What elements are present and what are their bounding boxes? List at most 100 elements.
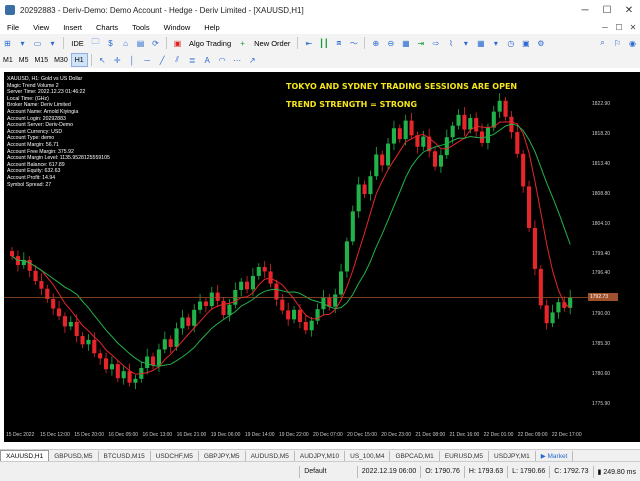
menu-view[interactable]: View	[26, 23, 56, 32]
candle-body	[362, 184, 367, 195]
new-order-button[interactable]: New Order	[251, 36, 293, 50]
menu-window[interactable]: Window	[157, 23, 198, 32]
price-chart[interactable]: XAUUSD, H1: Gold vs US Dollar Magic Tren…	[4, 72, 588, 430]
mdi-restore-button[interactable]: ☐	[612, 23, 626, 32]
timeframe-toolbar: M1 M5 M15 M30 H1 ↖ ✛ │ ─ ╱ ⫽ ≣ A ◠ ⋯ ↗	[0, 52, 640, 69]
fibonacci-icon[interactable]: ≣	[186, 53, 199, 67]
mdi-minimize-button[interactable]: ─	[598, 23, 612, 32]
tab-audjpy-m10[interactable]: AUDJPY,M10	[295, 450, 346, 462]
community-icon[interactable]: ◉	[626, 36, 639, 50]
crosshair-icon[interactable]: ✛	[111, 53, 124, 67]
timeframe-m30[interactable]: M30	[51, 54, 71, 66]
templates-dropdown-icon[interactable]: ▾	[489, 36, 502, 50]
candle-body	[239, 281, 244, 290]
settings-icon[interactable]: ⚙	[534, 36, 547, 50]
candlestick-icon[interactable]: ⧈	[332, 36, 345, 50]
terminal-icon[interactable]: ▤	[134, 36, 147, 50]
price-axis: 1822.90 1818.20 1813.40 1808.80 1804.10 1799.…	[588, 72, 640, 430]
candle-body	[174, 328, 179, 347]
objects-icon[interactable]: ⋯	[231, 53, 244, 67]
time-tick-label: 20 Dec 23:00	[381, 432, 412, 438]
zoom-in-icon[interactable]: ⊕	[369, 36, 382, 50]
indicators-dropdown-icon[interactable]: ▾	[459, 36, 472, 50]
candle-body	[51, 298, 56, 309]
minimize-button[interactable]: ─	[574, 5, 596, 16]
time-tick-label: 19 Dec 22:00	[278, 432, 309, 438]
line-chart-icon[interactable]: 〜	[347, 36, 360, 50]
candle-body	[527, 186, 532, 228]
chart-shift-icon[interactable]: ⇤	[302, 36, 315, 50]
tab-usdjpy-m1[interactable]: USDJPY,M1	[489, 450, 536, 462]
periods-icon[interactable]: ◷	[504, 36, 517, 50]
title-bar: 20292883 - Deriv-Demo: Demo Account - He…	[0, 0, 640, 20]
tab-usdchf-m5[interactable]: USDCHF,M5	[151, 450, 199, 462]
indicators-icon[interactable]: ⌇	[444, 36, 457, 50]
text-icon[interactable]: A	[201, 53, 214, 67]
status-low: L: 1790.66	[507, 465, 549, 478]
tab-gbpcad-m1[interactable]: GBPCAD,M1	[390, 450, 440, 462]
trend-strength-banner: TREND STRENGTH = STRONG	[286, 100, 418, 109]
profiles-icon[interactable]: ▾	[16, 36, 29, 50]
horizontal-line-icon[interactable]: ─	[141, 53, 154, 67]
candle-body	[256, 266, 261, 276]
candle-body	[374, 154, 379, 177]
candle-body	[297, 309, 302, 322]
status-profile: Default	[299, 465, 357, 478]
mdi-close-button[interactable]: ✕	[626, 23, 640, 32]
tab-us100-m4[interactable]: US_100,M4	[345, 450, 391, 462]
candle-body	[450, 125, 455, 138]
bar-chart-icon[interactable]: ┃┃	[317, 36, 330, 50]
channel-icon[interactable]: ⫽	[171, 53, 184, 67]
window-title: 20292883 - Deriv-Demo: Demo Account - He…	[20, 5, 304, 15]
menu-file[interactable]: File	[0, 23, 26, 32]
timeframe-m15[interactable]: M15	[31, 54, 51, 66]
shift-icon[interactable]: ⇨	[429, 36, 442, 50]
search-icon[interactable]: ⌕	[596, 36, 609, 50]
maximize-button[interactable]: ☐	[596, 5, 618, 16]
cursor-icon[interactable]: ↖	[96, 53, 109, 67]
candle-body	[262, 266, 267, 272]
vertical-line-icon[interactable]: │	[126, 53, 139, 67]
timeframe-m5[interactable]: M5	[16, 54, 32, 66]
tab-btcusd-m15[interactable]: BTCUSD,M15	[99, 450, 151, 462]
menu-tools[interactable]: Tools	[125, 23, 157, 32]
new-chart-icon[interactable]: ⊞	[1, 36, 14, 50]
menu-charts[interactable]: Charts	[89, 23, 125, 32]
tester-icon[interactable]: ⟳	[149, 36, 162, 50]
arrows-icon[interactable]: ↗	[246, 53, 259, 67]
templates-icon[interactable]: ▦	[474, 36, 487, 50]
dropdown-icon[interactable]: ▾	[46, 36, 59, 50]
price-tick-label: 1775.90	[592, 401, 611, 408]
candle-body	[303, 321, 308, 331]
ide-button[interactable]: IDE	[68, 36, 87, 50]
timeframe-m1[interactable]: M1	[0, 54, 16, 66]
info-line: Account Profit: 14.94	[7, 174, 56, 181]
trendline-icon[interactable]: ╱	[156, 53, 169, 67]
algo-trading-button[interactable]: Algo Trading	[186, 36, 234, 50]
menu-help[interactable]: Help	[197, 23, 226, 32]
shapes-icon[interactable]: ◠	[216, 53, 229, 67]
chart-window-icon[interactable]: ▭	[31, 36, 44, 50]
tab-eurusd-m5[interactable]: EURUSD,M5	[440, 450, 490, 462]
market-watch-icon[interactable]: $	[104, 36, 117, 50]
tab-gbpusd-m5[interactable]: GBPUSD,M5	[49, 450, 99, 462]
menu-insert[interactable]: Insert	[56, 23, 89, 32]
timeframe-h1[interactable]: H1	[70, 53, 88, 67]
tile-icon[interactable]: ▦	[399, 36, 412, 50]
info-line: Account Free Margin: 375.92	[7, 148, 74, 155]
time-tick-label: 21 Dec 08:00	[415, 432, 446, 438]
autoscroll-icon[interactable]: ⇥	[414, 36, 427, 50]
candle-body	[386, 143, 391, 166]
navigator-icon[interactable]: ⌂	[119, 36, 132, 50]
alerts-icon[interactable]: ⚐	[611, 36, 624, 50]
tab-audusd-m5[interactable]: AUDUSD,M5	[246, 450, 295, 462]
tab-gbpjpy-m5[interactable]: GBPJPY,M5	[199, 450, 246, 462]
screenshot-icon[interactable]: ▣	[519, 36, 532, 50]
close-button[interactable]: ✕	[618, 5, 640, 16]
zoom-out-icon[interactable]: ⊖	[384, 36, 397, 50]
candle-body	[151, 356, 156, 366]
candle-body	[456, 114, 461, 126]
tab-market[interactable]: ▶ Market	[536, 450, 574, 462]
folder-icon[interactable]: 🗀	[89, 36, 102, 50]
info-line: Account Login: 20292883	[7, 115, 66, 122]
